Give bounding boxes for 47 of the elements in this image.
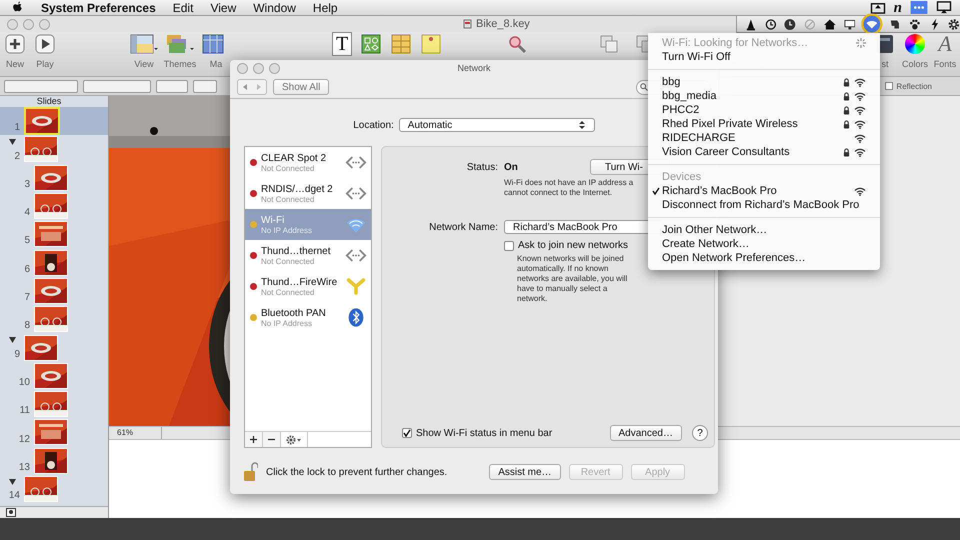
slide-number: 10 xyxy=(18,376,30,390)
service-status: No IP Address xyxy=(261,226,313,234)
network-name: Vision Career Consultants xyxy=(662,146,790,158)
network-name: Rhed Pixel Private Wireless xyxy=(662,118,798,130)
slide-number: 1 xyxy=(13,122,20,136)
window-title: Network xyxy=(458,63,490,73)
field-label: Network Name: xyxy=(428,222,498,232)
service-name: CLEAR Spot 2 xyxy=(261,152,328,164)
slide-number: 7 xyxy=(23,292,30,306)
network-name: bbg xyxy=(662,76,680,88)
slide-number: 12 xyxy=(18,434,30,447)
slide-number: 3 xyxy=(23,178,30,192)
slide-number: 9 xyxy=(13,348,20,362)
service-status: Not Connected xyxy=(261,256,316,266)
menu-status: Wi-Fi: Looking for Networks… xyxy=(648,36,880,50)
slide-number: 8 xyxy=(23,320,30,334)
service-name: Bluetooth PAN xyxy=(261,308,327,318)
status-note: Wi-Fi does not have an IP address a cannot connect to the Internet. xyxy=(504,178,634,198)
checkbox-label: Ask to join new networks xyxy=(518,240,628,251)
slide-number: 5 xyxy=(23,235,30,248)
network-name: PHCC2 xyxy=(662,104,700,116)
service-status: Not Connected xyxy=(261,164,316,172)
service-name: RNDIS/…dget 2 xyxy=(261,184,334,194)
checkbox-label: Reflection xyxy=(896,82,932,90)
lock-hint: Click the lock to prevent further changes. xyxy=(266,466,448,478)
slide-number: 13 xyxy=(18,462,30,475)
status-value: On xyxy=(504,162,519,172)
network-name: RIDECHARGE xyxy=(662,132,736,144)
service-status: Not Connected xyxy=(261,194,316,204)
network-name: bbg_media xyxy=(662,90,716,102)
panel-title: Slides xyxy=(36,96,62,107)
slide-number: 4 xyxy=(23,207,30,220)
field-label: Location: xyxy=(353,120,394,130)
slide-number: 6 xyxy=(23,264,30,277)
window-title: Bike_8.key xyxy=(476,18,530,30)
slide-number: 2 xyxy=(13,150,20,164)
checkbox-label: Show Wi-Fi status in menu bar xyxy=(416,428,552,438)
service-name: Thund…FireWire xyxy=(261,276,338,288)
ask-note: Known networks will be joined automatically. If no known networks are available, you will have to manually select a network. xyxy=(517,254,628,304)
service-name: Wi-Fi xyxy=(261,214,286,226)
device-name: Richard’s MacBook Pro xyxy=(662,185,777,197)
slide-number: 11 xyxy=(18,405,30,418)
service-name: Thund…thernet xyxy=(261,246,332,256)
service-status: Not Connected xyxy=(261,288,316,296)
service-status: No IP Address xyxy=(261,318,313,328)
slide-number: 14 xyxy=(8,490,20,504)
field-label: Status: xyxy=(466,162,498,172)
